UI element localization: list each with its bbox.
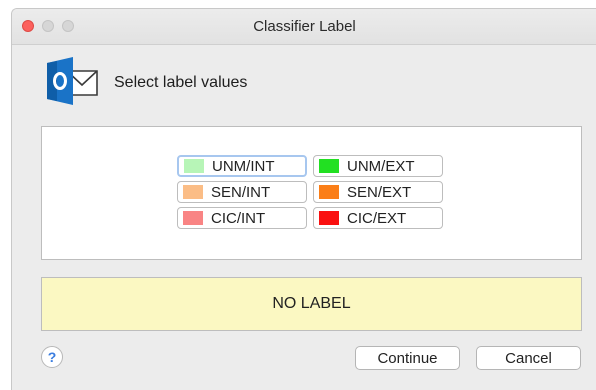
label-option-text: CIC/EXT [347,209,407,227]
label-option-cic-ext[interactable]: CIC/EXT [313,207,443,229]
label-color-swatch [319,211,339,225]
label-option-text: SEN/INT [211,183,271,201]
label-option-sen-int[interactable]: SEN/INT [177,181,307,203]
classifier-dialog: Classifier Label Select label values UNM… [11,8,596,390]
window-title: Classifier Label [253,18,356,35]
label-color-swatch [319,159,339,173]
label-color-swatch [184,159,204,173]
cancel-button[interactable]: Cancel [476,346,581,370]
label-color-swatch [183,185,203,199]
label-option-cic-int[interactable]: CIC/INT [177,207,307,229]
label-option-text: UNM/INT [212,157,275,175]
label-color-swatch [319,185,339,199]
label-selection-panel: UNM/INT UNM/EXT SEN/INT SEN/EXT CIC/INT … [41,126,582,260]
label-option-unm-int[interactable]: UNM/INT [177,155,307,177]
continue-button[interactable]: Continue [355,346,460,370]
current-label-status: NO LABEL [41,277,582,331]
label-option-text: UNM/EXT [347,157,415,175]
title-bar: Classifier Label [12,9,596,45]
status-text: NO LABEL [272,295,351,312]
label-option-text: CIC/INT [211,209,266,227]
label-option-text: SEN/EXT [347,183,412,201]
label-option-unm-ext[interactable]: UNM/EXT [313,155,443,177]
help-button[interactable]: ? [41,346,63,368]
label-option-sen-ext[interactable]: SEN/EXT [313,181,443,203]
outlook-icon [47,57,98,105]
label-color-swatch [183,211,203,225]
select-label-heading: Select label values [114,74,248,91]
